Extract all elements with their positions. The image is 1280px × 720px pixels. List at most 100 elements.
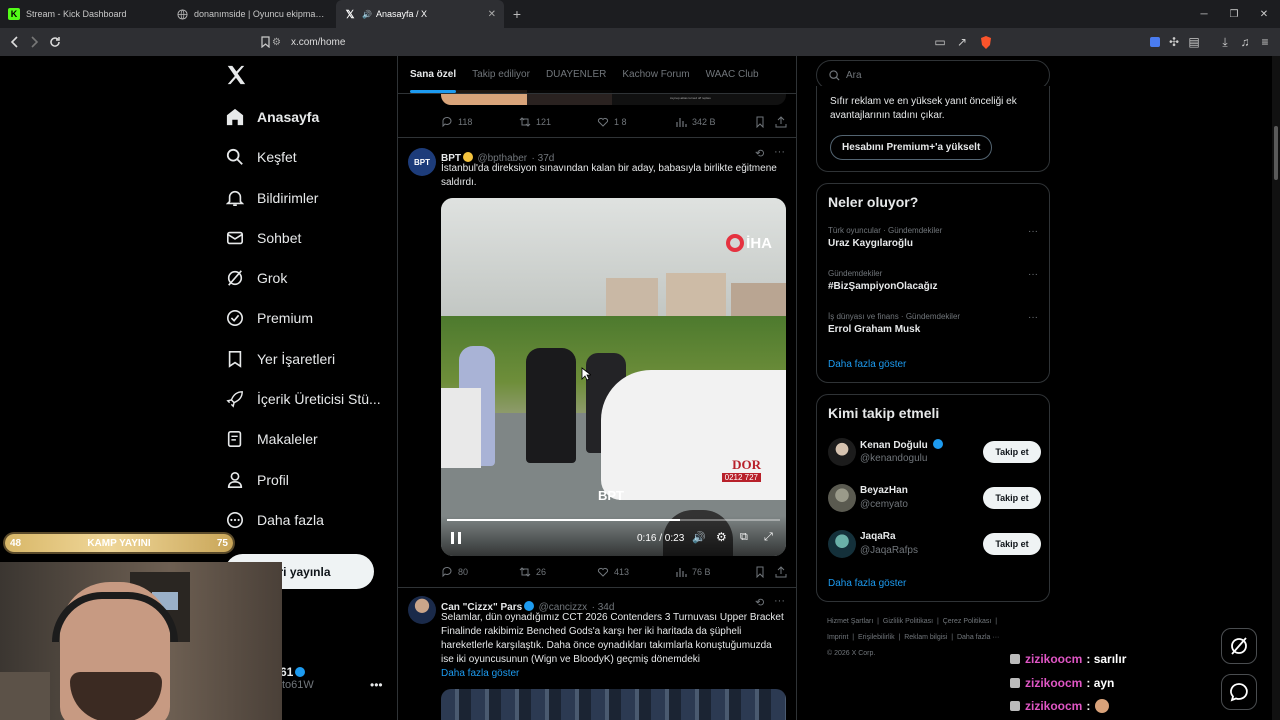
trend-item[interactable]: İş dünyası ve finans · Gündemdekiler Err… xyxy=(828,312,1038,335)
account-more-icon[interactable]: ••• xyxy=(370,678,383,692)
speaker-icon[interactable]: 🔊 xyxy=(362,10,372,19)
nav-chat[interactable]: Sohbet xyxy=(226,224,301,252)
avatar[interactable] xyxy=(828,438,856,466)
like-button[interactable]: 413 xyxy=(597,566,629,578)
tab-kick-dashboard[interactable]: K Stream - Kick Dashboard xyxy=(0,0,168,28)
nav-home[interactable]: Anasayfa xyxy=(226,103,319,131)
settings-icon[interactable]: ⚙ xyxy=(716,530,727,544)
video-player[interactable]: DOR 0212 727 İHA BPT 0:16 / 0:23 🔊 ⚙ ⧉ ⤢ xyxy=(441,198,786,556)
maximize-icon[interactable]: ❐ xyxy=(1218,0,1250,28)
nav-bookmarks[interactable]: Yer İşaretleri xyxy=(226,345,335,373)
follow-button[interactable]: Takip et xyxy=(983,487,1041,509)
menu-icon[interactable]: ≡ xyxy=(1255,32,1275,52)
video-progress-track[interactable] xyxy=(447,519,780,521)
more-icon[interactable]: ··· xyxy=(1028,312,1038,323)
follow-suggestion[interactable]: JaqaRa @JaqaRafps Takip et xyxy=(817,527,1051,561)
tab-for-you[interactable]: Sana özel xyxy=(410,69,457,93)
footer-accessibility[interactable]: Erişilebilirlik xyxy=(858,634,895,641)
trends-show-more[interactable]: Daha fazla göster xyxy=(828,359,906,370)
share-icon[interactable]: ↗ xyxy=(952,32,972,52)
cast-icon[interactable]: ▭ xyxy=(930,32,950,52)
tab-duayenler[interactable]: DUAYENLER xyxy=(546,69,606,80)
tab-x-home[interactable]: 𝕏 🔊 Anasayfa / X ✕ xyxy=(336,0,504,28)
fullscreen-icon[interactable]: ⤢ xyxy=(764,531,773,544)
trend-item[interactable]: Türk oyuncular · Gündemdekiler Uraz Kayg… xyxy=(828,226,1038,249)
avatar[interactable] xyxy=(408,596,436,624)
footer-privacy[interactable]: Gizlilik Politikası xyxy=(883,618,933,625)
more-icon[interactable]: ··· xyxy=(1028,226,1038,237)
follow-button[interactable]: Takip et xyxy=(983,533,1041,555)
follow-suggestion[interactable]: Kenan Doğulu @kenandogulu Takip et xyxy=(817,435,1051,469)
grok-icon[interactable]: ⟲ xyxy=(755,147,764,160)
forward-icon[interactable] xyxy=(24,32,44,52)
nav-grok[interactable]: Grok xyxy=(226,264,287,292)
nav-premium[interactable]: Premium xyxy=(226,304,313,332)
bookmark-icon[interactable] xyxy=(754,116,771,128)
scrollbar[interactable] xyxy=(1272,56,1280,720)
pause-icon[interactable] xyxy=(451,532,461,544)
grok-icon[interactable]: ⟲ xyxy=(755,596,764,609)
post-media[interactable] xyxy=(441,689,786,720)
footer-imprint[interactable]: Imprint xyxy=(827,634,848,641)
nav-explore[interactable]: Keşfet xyxy=(226,143,297,171)
x-logo-icon[interactable] xyxy=(225,64,247,86)
like-button[interactable]: 1 8 xyxy=(597,116,627,128)
tab-following[interactable]: Takip ediliyor xyxy=(472,69,530,80)
address-bar[interactable]: ⚙ x.com/home xyxy=(272,31,962,53)
extension-icon[interactable] xyxy=(1145,32,1165,52)
share-icon[interactable] xyxy=(775,116,792,128)
footer-ads-info[interactable]: Reklam bilgisi xyxy=(904,634,947,641)
reload-icon[interactable] xyxy=(45,32,65,52)
footer-terms[interactable]: Hizmet Şartları xyxy=(827,618,873,625)
new-tab-button[interactable]: + xyxy=(504,0,530,28)
back-icon[interactable] xyxy=(5,32,25,52)
reply-button[interactable]: 80 xyxy=(441,566,468,578)
views-button[interactable]: 76 B xyxy=(675,566,711,578)
avatar[interactable]: BPT xyxy=(408,148,436,176)
post-bpt[interactable]: BPT BPT @bpthaber · 37d ⟲ ··· İstanbul'd… xyxy=(398,138,796,588)
trend-item[interactable]: Gündemdekiler #BizŞampiyonOlacağız ··· xyxy=(828,269,1038,292)
nav-more[interactable]: Daha fazla xyxy=(226,506,324,534)
show-more-link[interactable]: Daha fazla göster xyxy=(441,667,786,681)
puzzle-icon[interactable]: ✣ xyxy=(1164,32,1184,52)
nav-creator-studio[interactable]: İçerik Üreticisi Stü... xyxy=(226,385,381,413)
avatar[interactable] xyxy=(828,530,856,558)
repost-button[interactable]: 121 xyxy=(519,116,551,128)
scrollbar-thumb[interactable] xyxy=(1274,126,1278,180)
more-icon[interactable]: ··· xyxy=(774,595,785,607)
who-show-more[interactable]: Daha fazla göster xyxy=(828,578,906,589)
footer-cookies[interactable]: Çerez Politikası xyxy=(943,618,992,625)
window-close-icon[interactable]: ✕ xyxy=(1248,0,1280,28)
grok-fab[interactable] xyxy=(1221,628,1257,664)
brave-shield-icon[interactable] xyxy=(976,32,996,52)
media-icon[interactable]: ♫ xyxy=(1235,32,1255,52)
messages-fab[interactable] xyxy=(1221,674,1257,710)
nav-notifications[interactable]: Bildirimler xyxy=(226,184,318,212)
nav-profile[interactable]: Profil xyxy=(226,466,289,494)
close-icon[interactable]: ✕ xyxy=(488,9,496,20)
minimize-icon[interactable]: ─ xyxy=(1188,0,1220,28)
follow-suggestion[interactable]: BeyazHan @cemyato Takip et xyxy=(817,481,1051,515)
volume-icon[interactable]: 🔊 xyxy=(692,531,706,544)
pip-icon[interactable]: ⧉ xyxy=(740,531,748,544)
tab-kachow-forum[interactable]: Kachow Forum xyxy=(622,69,689,80)
reply-button[interactable]: 118 xyxy=(441,116,472,128)
footer-more[interactable]: Daha fazla ··· xyxy=(957,634,999,641)
tab-donanimside[interactable]: donanımside | Oyuncu ekipman ince xyxy=(168,0,336,28)
nav-articles[interactable]: Makaleler xyxy=(226,425,318,453)
sidebar-toggle-icon[interactable]: ▤ xyxy=(1184,32,1204,52)
more-icon[interactable]: ··· xyxy=(774,146,785,158)
follow-button[interactable]: Takip et xyxy=(983,441,1041,463)
account-name[interactable]: 61 xyxy=(280,665,306,679)
repost-button[interactable]: 26 xyxy=(519,566,546,578)
share-icon[interactable] xyxy=(775,566,792,578)
avatar[interactable] xyxy=(828,484,856,512)
download-icon[interactable]: ⤓ xyxy=(1215,32,1235,52)
tab-waac-club[interactable]: WAAC Club xyxy=(706,69,759,80)
upgrade-premium-button[interactable]: Hesabını Premium+'a yükselt xyxy=(830,135,993,160)
views-button[interactable]: 342 B xyxy=(675,116,716,128)
bookmark-icon[interactable] xyxy=(754,566,771,578)
site-info-icon[interactable]: ⚙ xyxy=(272,37,281,48)
post-cizzx[interactable]: Can "Cizzx" Pars @cancizzx · 34d ⟲ ··· S… xyxy=(398,588,796,720)
more-icon[interactable]: ··· xyxy=(1028,269,1038,280)
